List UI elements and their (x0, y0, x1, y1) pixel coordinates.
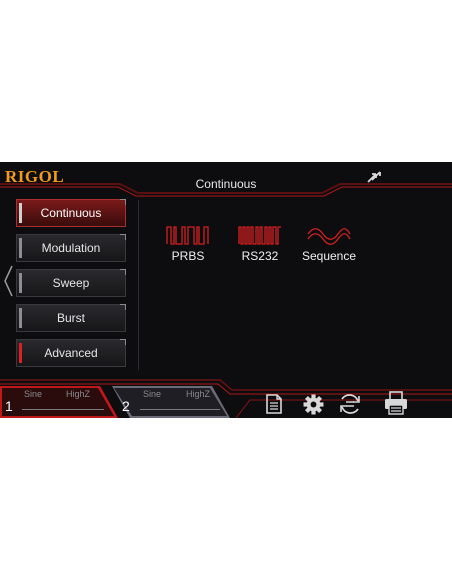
menu-indicator (19, 273, 22, 293)
waveform-label: PRBS (171, 249, 205, 263)
menu-divider (138, 200, 139, 370)
page-title: Continuous (195, 177, 257, 191)
menu-item-advanced[interactable]: Advanced (16, 339, 126, 367)
corner-mark (120, 269, 126, 275)
printer-icon[interactable] (384, 391, 408, 415)
waveform-label: Sequence (301, 249, 357, 263)
prbs-wave-icon (166, 226, 209, 245)
waveform-option-prbs[interactable]: PRBS (164, 224, 212, 263)
sequence-wave-icon (307, 228, 351, 245)
menu-indicator (19, 238, 22, 258)
swap-arrows-icon[interactable] (364, 168, 384, 186)
document-icon[interactable] (265, 394, 283, 414)
corner-mark (120, 304, 126, 310)
generator-screen: RIGOL Continuous Continuous Modulation S… (0, 162, 452, 418)
channel-impedance: HighZ (66, 389, 91, 399)
corner-mark (120, 234, 126, 240)
channel-value-line (140, 409, 220, 410)
menu-item-label: Continuous (40, 206, 102, 220)
waveform-option-rs232[interactable]: RS232 (236, 224, 284, 263)
corner-mark (120, 339, 126, 345)
menu-item-label: Modulation (41, 241, 101, 255)
waveform-label: RS232 (241, 249, 279, 263)
sync-icon[interactable] (338, 393, 362, 415)
back-arrow-icon[interactable] (2, 264, 14, 298)
menu-item-burst[interactable]: Burst (16, 304, 126, 332)
menu-indicator (19, 203, 22, 223)
gear-icon[interactable] (303, 394, 324, 415)
channel-number: 1 (5, 398, 13, 414)
channel-waveform: Sine (143, 389, 162, 399)
menu-item-continuous[interactable]: Continuous (16, 199, 126, 227)
rs232-wave-icon (238, 226, 281, 245)
channel-value-line (22, 409, 104, 410)
menu-item-label: Burst (56, 311, 85, 325)
channel-number: 2 (122, 398, 130, 414)
menu-indicator (19, 343, 22, 363)
menu-item-modulation[interactable]: Modulation (16, 234, 126, 262)
menu-item-label: Advanced (44, 346, 98, 360)
menu-item-sweep[interactable]: Sweep (16, 269, 126, 297)
channel-impedance: HighZ (186, 389, 211, 399)
corner-mark (120, 199, 126, 205)
waveform-option-sequence[interactable]: Sequence (300, 224, 358, 263)
channel-waveform: Sine (24, 389, 43, 399)
menu-item-label: Sweep (52, 276, 90, 290)
menu-indicator (19, 308, 22, 328)
